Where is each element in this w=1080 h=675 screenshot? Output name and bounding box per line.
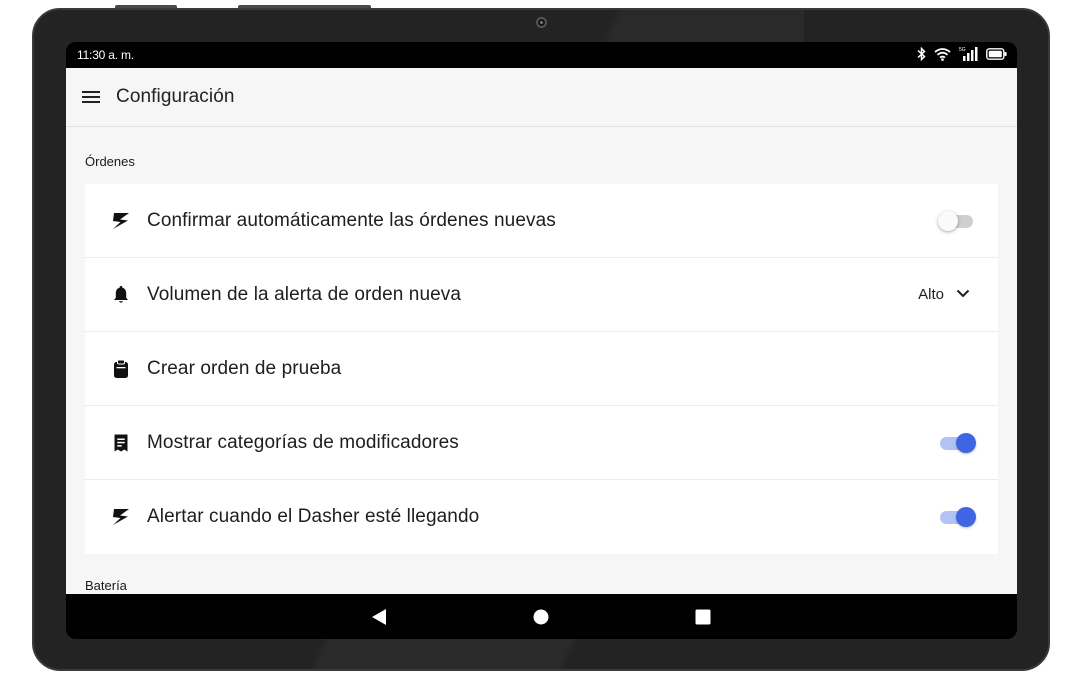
chevron-down-icon <box>956 285 970 303</box>
status-icons: 5G <box>917 46 1007 61</box>
toggle-thumb <box>956 433 976 453</box>
setting-label: Crear orden de prueba <box>147 357 342 379</box>
status-time: 11:30 a. m. <box>77 48 134 62</box>
setting-label: Mostrar categorías de modificadores <box>147 431 459 453</box>
alert-volume-value: Alto <box>918 285 944 303</box>
home-icon[interactable] <box>530 606 552 628</box>
setting-label: Confirmar automáticamente las órdenes nu… <box>147 209 556 231</box>
signal-icon: 5G <box>959 46 978 61</box>
wifi-icon <box>934 47 951 61</box>
bluetooth-icon <box>917 46 926 61</box>
setting-auto-confirm-orders[interactable]: Confirmar automáticamente las órdenes nu… <box>85 184 998 258</box>
orders-settings-list: Confirmar automáticamente las órdenes nu… <box>85 184 998 554</box>
setting-create-test-order[interactable]: Crear orden de prueba <box>85 332 998 406</box>
status-bar: 11:30 a. m. 5G <box>66 42 1017 68</box>
stage: 11:30 a. m. 5G Configuración Órdenes Con… <box>0 0 1080 675</box>
page-title: Configuración <box>116 86 235 107</box>
section-title-battery: Batería <box>85 578 127 593</box>
receipt-icon <box>110 432 132 454</box>
dasher-arrival-toggle[interactable] <box>938 506 976 528</box>
app-bar: Configuración <box>66 68 1017 127</box>
clipboard-icon <box>110 358 132 380</box>
setting-label: Volumen de la alerta de orden nueva <box>147 283 462 305</box>
auto-confirm-toggle[interactable] <box>938 210 974 232</box>
bell-icon <box>110 284 132 306</box>
setting-label: Alertar cuando el Dasher esté llegando <box>147 506 480 527</box>
lightning-icon <box>110 210 132 232</box>
front-camera <box>536 17 547 28</box>
section-title-orders: Órdenes <box>85 154 135 169</box>
setting-show-modifier-categories[interactable]: Mostrar categorías de modificadores <box>85 406 998 480</box>
toggle-thumb <box>956 507 976 527</box>
recents-icon[interactable] <box>692 606 714 628</box>
back-icon[interactable] <box>368 606 390 628</box>
lightning-icon <box>110 506 132 528</box>
signal-label: 5G <box>959 47 966 53</box>
battery-icon <box>986 47 1007 60</box>
navigation-bar <box>66 594 1017 639</box>
alert-volume-dropdown[interactable]: Alto <box>918 285 970 303</box>
hamburger-menu-icon[interactable] <box>68 68 114 127</box>
setting-alert-volume[interactable]: Volumen de la alerta de orden nueva Alto <box>85 258 998 332</box>
modifier-categories-toggle[interactable] <box>938 432 976 454</box>
settings-app: Configuración Órdenes Confirmar automáti… <box>66 68 1017 594</box>
toggle-thumb <box>938 211 958 231</box>
setting-dasher-arrival-alert[interactable]: Alertar cuando el Dasher esté llegando <box>85 480 998 554</box>
device-screen: 11:30 a. m. 5G Configuración Órdenes Con… <box>66 42 1017 639</box>
